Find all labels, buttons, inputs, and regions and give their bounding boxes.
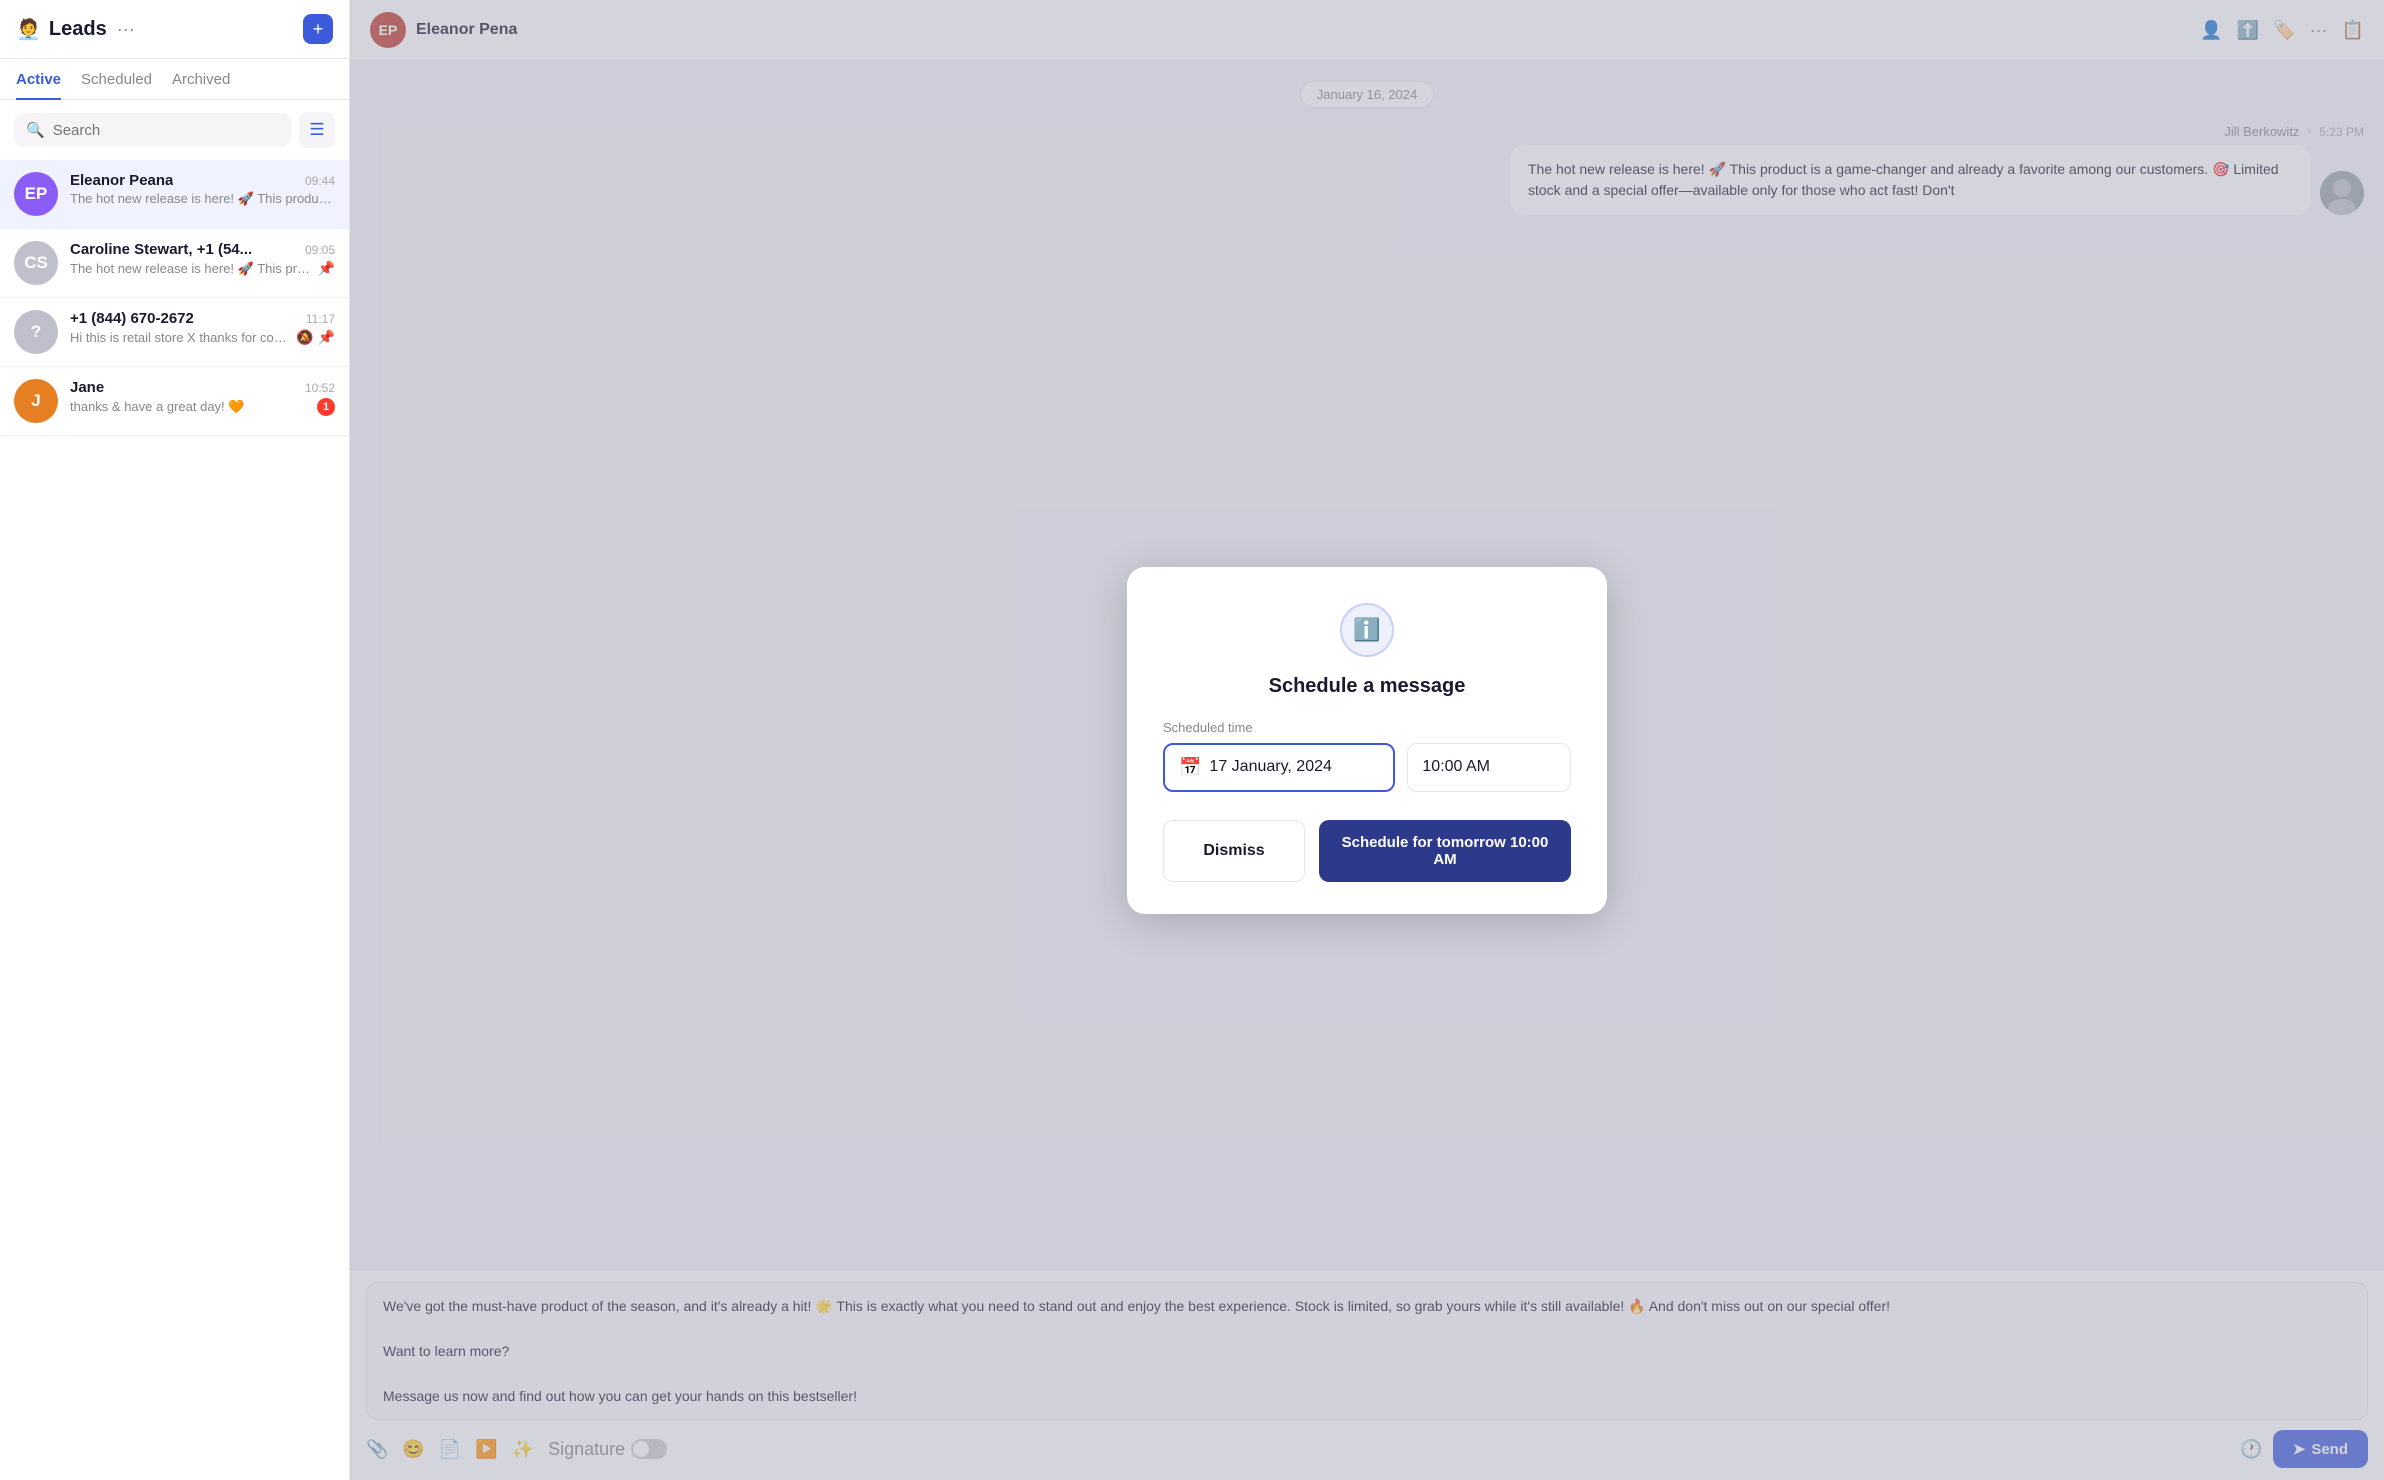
contact-preview-eleanor: The hot new release is here! 🚀 This prod…	[70, 191, 335, 207]
modal-overlay: ℹ️ Schedule a message Scheduled time 📅 1…	[350, 0, 2384, 1480]
contact-item-unknown[interactable]: ? +1 (844) 670-2672 11:17 Hi this is ret…	[0, 298, 349, 367]
sidebar-tabs: Active Scheduled Archived	[0, 59, 349, 100]
modal-buttons: Dismiss Schedule for tomorrow 10:00 AM	[1163, 820, 1571, 882]
schedule-button[interactable]: Schedule for tomorrow 10:00 AM	[1319, 820, 1571, 882]
calendar-icon: 📅	[1179, 757, 1201, 778]
search-input-wrap[interactable]: 🔍	[14, 113, 291, 147]
contact-time-jane: 10:52	[305, 381, 335, 395]
contact-item-jane[interactable]: J Jane 10:52 thanks & have a great day! …	[0, 367, 349, 436]
contact-preview-caroline: The hot new release is here! 🚀 This prod…	[70, 261, 312, 277]
modal-date-value: 17 January, 2024	[1209, 758, 1331, 776]
sidebar-search-bar: 🔍 ☰	[0, 100, 349, 160]
contact-info-jane: Jane 10:52 thanks & have a great day! 🧡 …	[70, 379, 335, 416]
mute-icon-unknown: 🔕	[296, 329, 313, 346]
modal-label: Scheduled time	[1163, 720, 1571, 735]
avatar-jane: J	[14, 379, 58, 423]
sidebar: 🧑‍💼 Leads ··· + Active Scheduled Archive…	[0, 0, 350, 1480]
contact-name-caroline: Caroline Stewart, +1 (54...	[70, 241, 252, 258]
dismiss-button[interactable]: Dismiss	[1163, 820, 1305, 882]
main-chat: EP Eleanor Pena 👤 ⬆️ 🏷️ ··· 📋 January 16…	[350, 0, 2384, 1480]
contact-item-eleanor[interactable]: EP Eleanor Peana 09:44 The hot new relea…	[0, 160, 349, 229]
avatar-caroline: CS	[14, 241, 58, 285]
contact-info-caroline: Caroline Stewart, +1 (54... 09:05 The ho…	[70, 241, 335, 277]
sidebar-title: Leads	[49, 18, 107, 41]
tab-scheduled[interactable]: Scheduled	[81, 59, 152, 100]
modal-title: Schedule a message	[1269, 675, 1466, 698]
search-input[interactable]	[53, 122, 279, 139]
pin-icon-unknown: 📌	[318, 329, 335, 346]
contact-name-eleanor: Eleanor Peana	[70, 172, 173, 189]
contact-preview-unknown: Hi this is retail store X thanks for con…	[70, 330, 290, 345]
sidebar-header: 🧑‍💼 Leads ··· +	[0, 0, 349, 59]
contact-preview-jane: thanks & have a great day! 🧡	[70, 399, 311, 415]
modal-fields: 📅 17 January, 2024 10:00 AM	[1163, 743, 1571, 792]
info-icon: ℹ️	[1353, 617, 1380, 643]
filter-icon: ☰	[309, 120, 324, 140]
contact-list: EP Eleanor Peana 09:44 The hot new relea…	[0, 160, 349, 1480]
schedule-modal: ℹ️ Schedule a message Scheduled time 📅 1…	[1127, 567, 1607, 914]
contact-item-caroline[interactable]: CS Caroline Stewart, +1 (54... 09:05 The…	[0, 229, 349, 298]
pin-icon-caroline: 📌	[318, 260, 335, 277]
modal-time-value: 10:00 AM	[1422, 758, 1490, 776]
modal-time-input[interactable]: 10:00 AM	[1407, 743, 1571, 792]
modal-icon-wrap: ℹ️	[1340, 603, 1394, 657]
tab-active[interactable]: Active	[16, 59, 61, 100]
add-button[interactable]: +	[303, 14, 333, 44]
more-options-button[interactable]: ···	[115, 17, 137, 42]
tab-archived[interactable]: Archived	[172, 59, 230, 100]
contact-info-unknown: +1 (844) 670-2672 11:17 Hi this is retai…	[70, 310, 335, 346]
contact-name-unknown: +1 (844) 670-2672	[70, 310, 194, 327]
filter-button[interactable]: ☰	[299, 112, 335, 148]
contact-time-eleanor: 09:44	[305, 174, 335, 188]
contact-time-caroline: 09:05	[305, 243, 335, 257]
sidebar-title-row: 🧑‍💼 Leads ···	[16, 17, 137, 42]
avatar-eleanor: EP	[14, 172, 58, 216]
modal-date-input[interactable]: 📅 17 January, 2024	[1163, 743, 1395, 792]
contact-name-jane: Jane	[70, 379, 104, 396]
contact-info-eleanor: Eleanor Peana 09:44 The hot new release …	[70, 172, 335, 207]
avatar-unknown: ?	[14, 310, 58, 354]
unread-badge-jane: 1	[317, 398, 335, 416]
search-icon: 🔍	[26, 121, 45, 139]
contact-time-unknown: 11:17	[306, 312, 335, 326]
leads-emoji: 🧑‍💼	[16, 17, 41, 42]
